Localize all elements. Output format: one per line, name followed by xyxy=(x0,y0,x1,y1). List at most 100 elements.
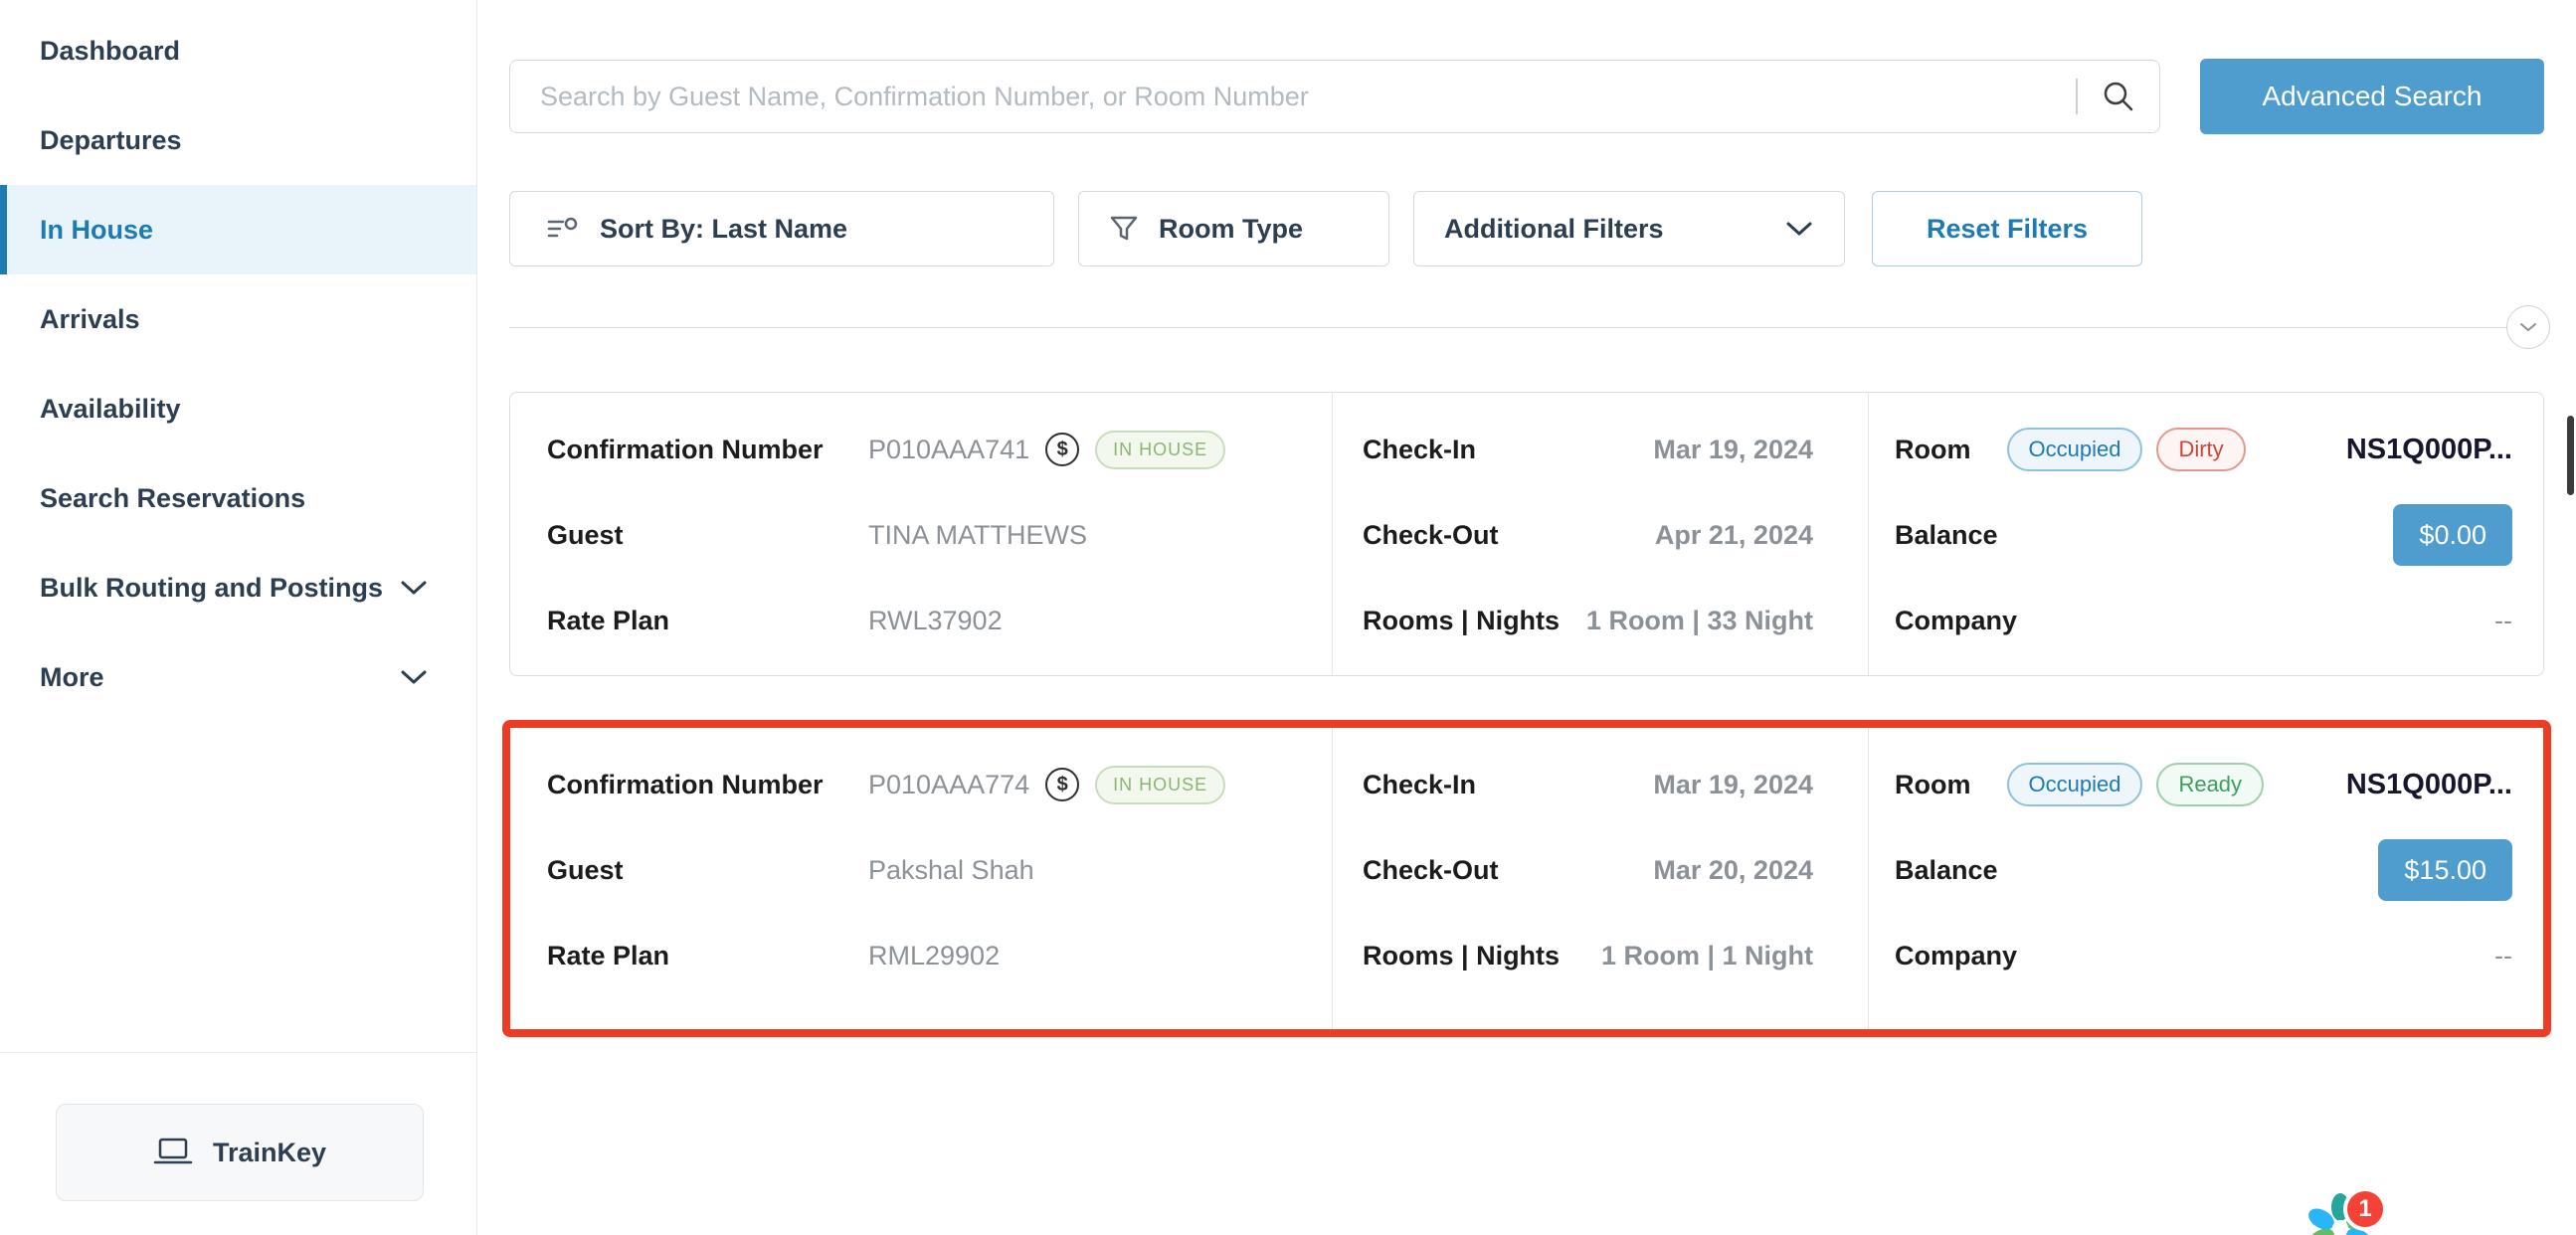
guest-value: Pakshal Shah xyxy=(868,855,1034,886)
check-out-label: Check-Out xyxy=(1363,520,1499,551)
sidebar-item-search-reservations[interactable]: Search Reservations xyxy=(0,453,476,543)
balance-label: Balance xyxy=(1895,520,1998,551)
card-guest-column: Confirmation Number P010AAA741 $ IN HOUS… xyxy=(510,393,1332,675)
room-type-button[interactable]: Room Type xyxy=(1078,191,1389,266)
scrollbar-thumb[interactable] xyxy=(2567,416,2574,495)
rate-plan-value: RWL37902 xyxy=(868,606,1003,636)
search-box xyxy=(509,60,2160,133)
rate-plan-label: Rate Plan xyxy=(547,606,868,636)
reset-filters-label: Reset Filters xyxy=(1927,214,2088,245)
company-label: Company xyxy=(1895,941,2017,971)
sidebar-item-bulk-routing[interactable]: Bulk Routing and Postings xyxy=(0,543,476,632)
card-room-column: Room Occupied Ready NS1Q000P... Balance … xyxy=(1868,728,2543,1029)
check-in-label: Check-In xyxy=(1363,435,1476,465)
sidebar-item-label: More xyxy=(40,662,399,693)
search-row: Advanced Search xyxy=(509,59,2544,134)
sidebar-item-arrivals[interactable]: Arrivals xyxy=(0,274,476,364)
dollar-icon[interactable]: $ xyxy=(1045,768,1079,801)
guest-label: Guest xyxy=(547,520,868,551)
additional-filters-dropdown[interactable]: Additional Filters xyxy=(1413,191,1845,266)
sidebar-nav: Dashboard Departures In House Arrivals A… xyxy=(0,0,476,722)
sidebar-item-more[interactable]: More xyxy=(0,632,476,722)
sidebar-item-departures[interactable]: Departures xyxy=(0,95,476,185)
reservation-card-highlighted[interactable]: Confirmation Number P010AAA774 $ IN HOUS… xyxy=(502,720,2551,1037)
sidebar-item-label: In House xyxy=(40,215,429,246)
check-in-label: Check-In xyxy=(1363,770,1476,800)
rooms-nights-label: Rooms | Nights xyxy=(1363,606,1560,636)
room-label: Room xyxy=(1895,435,1971,465)
sidebar-footer: TrainKey xyxy=(0,1052,476,1235)
confirmation-number-label: Confirmation Number xyxy=(547,435,868,465)
additional-filters-label: Additional Filters xyxy=(1444,214,1664,245)
trainkey-label: TrainKey xyxy=(213,1138,326,1168)
sidebar-item-label: Search Reservations xyxy=(40,483,429,514)
confirmation-number-label: Confirmation Number xyxy=(547,770,868,800)
filter-row: Sort By: Last Name Room Type Additional … xyxy=(509,191,2544,266)
rate-plan-label: Rate Plan xyxy=(547,941,868,971)
rate-plan-value: RML29902 xyxy=(868,941,1000,971)
dollar-icon[interactable]: $ xyxy=(1045,433,1079,466)
collapse-toggle-button[interactable] xyxy=(2506,305,2550,349)
confirmation-number-value: P010AAA774 xyxy=(868,770,1029,800)
chevron-down-icon xyxy=(2518,321,2538,333)
confirmation-number-value: P010AAA741 xyxy=(868,435,1029,465)
card-dates-column: Check-In Mar 19, 2024 Check-Out Mar 20, … xyxy=(1332,728,1868,1029)
chevron-down-icon xyxy=(399,579,429,597)
sidebar-item-dashboard[interactable]: Dashboard xyxy=(0,6,476,95)
check-out-value: Apr 21, 2024 xyxy=(1655,520,1813,551)
search-icon[interactable] xyxy=(2100,78,2137,115)
sidebar-item-label: Departures xyxy=(40,125,429,156)
room-code: NS1Q000P... xyxy=(2346,769,2512,801)
room-status-badge: Occupied xyxy=(2007,763,2143,806)
card-dates-column: Check-In Mar 19, 2024 Check-Out Apr 21, … xyxy=(1332,393,1868,675)
guest-label: Guest xyxy=(547,855,868,886)
room-label: Room xyxy=(1895,770,1971,800)
section-divider xyxy=(509,327,2544,328)
housekeeping-status-badge: Dirty xyxy=(2156,428,2245,471)
sidebar-item-label: Bulk Routing and Postings xyxy=(40,573,399,604)
sidebar: Dashboard Departures In House Arrivals A… xyxy=(0,0,477,1235)
chat-widget[interactable]: 1 xyxy=(2303,1191,2393,1235)
guest-value: TINA MATTHEWS xyxy=(868,520,1087,551)
chevron-down-icon xyxy=(399,668,429,686)
company-label: Company xyxy=(1895,606,2017,636)
check-in-value: Mar 19, 2024 xyxy=(1653,770,1813,800)
company-value: -- xyxy=(2494,606,2512,636)
advanced-search-button[interactable]: Advanced Search xyxy=(2200,59,2544,134)
search-separator xyxy=(2076,79,2078,114)
room-code: NS1Q000P... xyxy=(2346,434,2512,466)
sidebar-item-in-house[interactable]: In House xyxy=(0,185,476,274)
room-type-label: Room Type xyxy=(1159,214,1303,245)
sidebar-item-label: Availability xyxy=(40,394,429,425)
search-input[interactable] xyxy=(540,82,2064,112)
card-room-column: Room Occupied Dirty NS1Q000P... Balance … xyxy=(1868,393,2543,675)
check-out-value: Mar 20, 2024 xyxy=(1653,855,1813,886)
main-content: Advanced Search Sort By: Last Name xyxy=(477,0,2576,1235)
notification-badge: 1 xyxy=(2343,1187,2387,1231)
balance-badge[interactable]: $15.00 xyxy=(2378,839,2512,901)
sidebar-item-label: Dashboard xyxy=(40,36,429,67)
status-badge: IN HOUSE xyxy=(1095,431,1225,469)
sidebar-item-label: Arrivals xyxy=(40,304,429,335)
card-guest-column: Confirmation Number P010AAA774 $ IN HOUS… xyxy=(510,728,1332,1029)
reset-filters-button[interactable]: Reset Filters xyxy=(1872,191,2142,266)
app-window: Dashboard Departures In House Arrivals A… xyxy=(0,0,2576,1235)
balance-badge[interactable]: $0.00 xyxy=(2393,504,2512,566)
balance-label: Balance xyxy=(1895,855,1998,886)
funnel-icon xyxy=(1109,214,1139,244)
reservation-card[interactable]: Confirmation Number P010AAA741 $ IN HOUS… xyxy=(509,392,2544,676)
sort-by-label: Sort By: Last Name xyxy=(600,214,847,245)
housekeeping-status-badge: Ready xyxy=(2156,763,2264,806)
rooms-nights-value: 1 Room | 1 Night xyxy=(1601,941,1813,971)
rooms-nights-value: 1 Room | 33 Night xyxy=(1586,606,1813,636)
check-in-value: Mar 19, 2024 xyxy=(1653,435,1813,465)
status-badge: IN HOUSE xyxy=(1095,766,1225,804)
chevron-down-icon xyxy=(1784,220,1814,238)
sort-by-button[interactable]: Sort By: Last Name xyxy=(509,191,1054,266)
sort-icon xyxy=(546,214,580,244)
sidebar-item-availability[interactable]: Availability xyxy=(0,364,476,453)
laptop-icon xyxy=(153,1137,193,1168)
trainkey-button[interactable]: TrainKey xyxy=(56,1104,424,1201)
room-status-badge: Occupied xyxy=(2007,428,2143,471)
company-value: -- xyxy=(2494,941,2512,971)
